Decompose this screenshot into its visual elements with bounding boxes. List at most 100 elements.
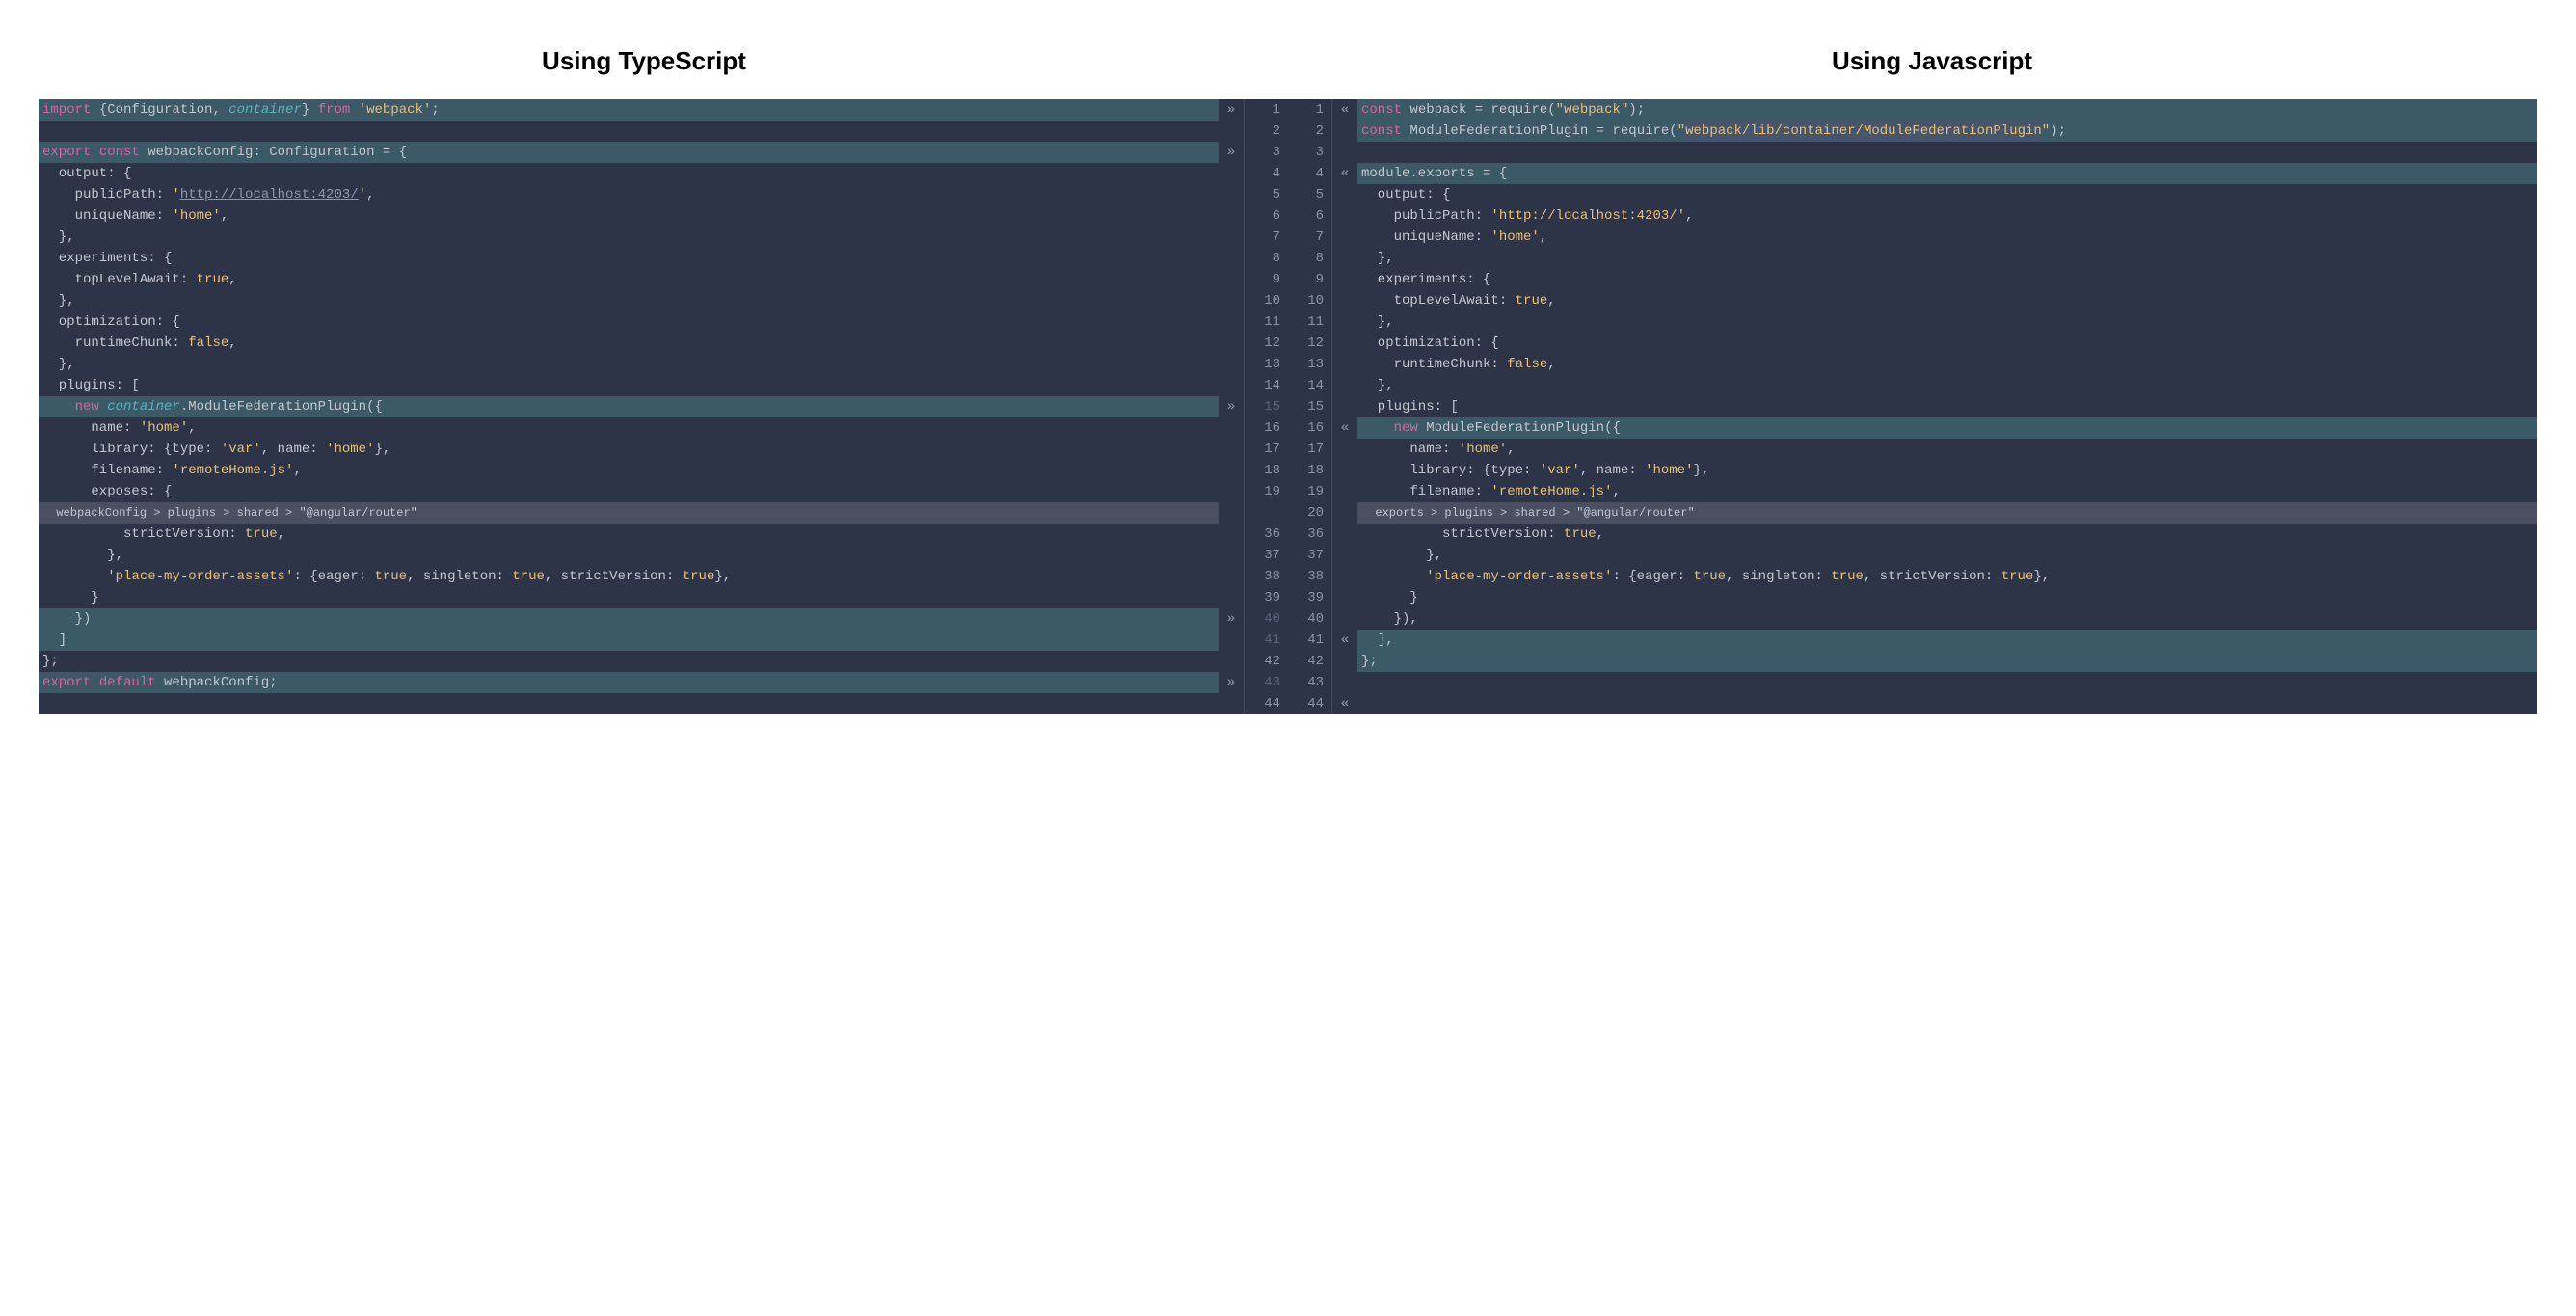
code-line: }, bbox=[1357, 375, 2537, 396]
code-line: strictVersion: true, bbox=[1357, 524, 2537, 545]
code-line: 'place-my-order-assets': {eager: true, s… bbox=[39, 566, 1219, 587]
header-left: Using TypeScript bbox=[0, 46, 1288, 76]
line-number: 38 bbox=[1288, 566, 1331, 587]
code-line: uniqueName: 'home', bbox=[1357, 227, 2537, 248]
code-line: const webpack = require("webpack"); bbox=[1357, 99, 2537, 121]
fold-marker[interactable]: webpackConfig > plugins > shared > "@ang… bbox=[39, 502, 1219, 524]
line-number: 41 bbox=[1288, 630, 1331, 651]
line-number: 15 bbox=[1288, 396, 1331, 417]
merge-arrow-icon[interactable]: « bbox=[1332, 163, 1357, 184]
line-number: 8 bbox=[1245, 248, 1288, 269]
merge-arrow-icon[interactable]: » bbox=[1219, 672, 1244, 693]
line-number: 10 bbox=[1288, 290, 1331, 311]
line-number: 40 bbox=[1288, 608, 1331, 630]
code-line: output: { bbox=[1357, 184, 2537, 205]
merge-arrow-icon[interactable]: » bbox=[1219, 142, 1244, 163]
line-number: 17 bbox=[1245, 439, 1288, 460]
merge-arrow-icon bbox=[1219, 121, 1244, 142]
code-line: publicPath: 'http://localhost:4203/', bbox=[39, 184, 1219, 205]
left-line-gutter: 12345678910111213141516171819 3637383940… bbox=[1244, 99, 1288, 714]
line-number: 36 bbox=[1245, 524, 1288, 545]
right-code[interactable]: const webpack = require("webpack");const… bbox=[1357, 99, 2537, 714]
line-number: 12 bbox=[1288, 333, 1331, 354]
line-number: 16 bbox=[1245, 417, 1288, 439]
merge-arrow-icon bbox=[1219, 354, 1244, 375]
line-number: 3 bbox=[1245, 142, 1288, 163]
line-number: 42 bbox=[1245, 651, 1288, 672]
merge-arrow-icon bbox=[1332, 524, 1357, 545]
merge-arrow-icon[interactable]: « bbox=[1332, 693, 1357, 714]
merge-arrow-icon bbox=[1332, 269, 1357, 290]
merge-arrow-icon bbox=[1219, 375, 1244, 396]
line-number: 5 bbox=[1288, 184, 1331, 205]
merge-arrow-icon bbox=[1219, 693, 1244, 714]
line-number: 4 bbox=[1245, 163, 1288, 184]
code-line: strictVersion: true, bbox=[39, 524, 1219, 545]
code-line bbox=[1357, 142, 2537, 163]
merge-arrow-icon[interactable]: « bbox=[1332, 630, 1357, 651]
line-number: 6 bbox=[1288, 205, 1331, 227]
code-line: filename: 'remoteHome.js', bbox=[1357, 481, 2537, 502]
merge-arrow-icon[interactable]: « bbox=[1332, 417, 1357, 439]
code-line: ], bbox=[1357, 630, 2537, 651]
line-number: 1 bbox=[1288, 99, 1331, 121]
merge-arrow-icon bbox=[1332, 439, 1357, 460]
merge-arrow-icon bbox=[1332, 142, 1357, 163]
merge-arrow-icon[interactable]: » bbox=[1219, 99, 1244, 121]
code-line: }, bbox=[39, 545, 1219, 566]
line-number: 7 bbox=[1245, 227, 1288, 248]
code-line: topLevelAwait: true, bbox=[39, 269, 1219, 290]
code-line: }), bbox=[1357, 608, 2537, 630]
merge-arrow-icon bbox=[1332, 672, 1357, 693]
right-pane: 1234567891011121314151617181920363738394… bbox=[1288, 99, 2537, 714]
merge-arrow-icon[interactable]: » bbox=[1219, 608, 1244, 630]
line-number: 42 bbox=[1288, 651, 1331, 672]
code-line: optimization: { bbox=[39, 311, 1219, 333]
merge-arrow-icon bbox=[1332, 608, 1357, 630]
line-number: 18 bbox=[1245, 460, 1288, 481]
line-number: 40 bbox=[1245, 608, 1288, 630]
code-line: topLevelAwait: true, bbox=[1357, 290, 2537, 311]
merge-arrow-icon bbox=[1219, 417, 1244, 439]
merge-arrow-icon bbox=[1332, 481, 1357, 502]
code-line: new ModuleFederationPlugin({ bbox=[1357, 417, 2537, 439]
left-code[interactable]: import {Configuration, container} from '… bbox=[39, 99, 1219, 714]
code-line: 'place-my-order-assets': {eager: true, s… bbox=[1357, 566, 2537, 587]
line-number: 14 bbox=[1245, 375, 1288, 396]
line-number: 17 bbox=[1288, 439, 1331, 460]
code-line: plugins: [ bbox=[1357, 396, 2537, 417]
merge-arrow-icon[interactable]: » bbox=[1219, 396, 1244, 417]
merge-arrow-icon[interactable]: « bbox=[1332, 99, 1357, 121]
merge-arrow-icon bbox=[1219, 460, 1244, 481]
merge-arrow-icon bbox=[1332, 121, 1357, 142]
code-line: library: {type: 'var', name: 'home'}, bbox=[1357, 460, 2537, 481]
merge-arrow-icon bbox=[1219, 481, 1244, 502]
line-number: 15 bbox=[1245, 396, 1288, 417]
code-line: import {Configuration, container} from '… bbox=[39, 99, 1219, 121]
merge-arrow-icon bbox=[1332, 205, 1357, 227]
fold-marker[interactable]: exports > plugins > shared > "@angular/r… bbox=[1357, 502, 2537, 524]
code-line: }) bbox=[39, 608, 1219, 630]
code-line bbox=[39, 693, 1219, 714]
right-line-gutter: 1234567891011121314151617181920363738394… bbox=[1288, 99, 1332, 714]
merge-arrow-icon bbox=[1219, 269, 1244, 290]
code-line: }, bbox=[39, 290, 1219, 311]
code-line: ] bbox=[39, 630, 1219, 651]
line-number: 44 bbox=[1288, 693, 1331, 714]
merge-arrow-icon bbox=[1219, 566, 1244, 587]
merge-arrow-icon bbox=[1332, 248, 1357, 269]
code-line: }, bbox=[1357, 311, 2537, 333]
merge-arrow-icon bbox=[1219, 248, 1244, 269]
line-number: 3 bbox=[1288, 142, 1331, 163]
code-line: experiments: { bbox=[39, 248, 1219, 269]
merge-arrow-icon bbox=[1219, 290, 1244, 311]
line-number: 13 bbox=[1288, 354, 1331, 375]
merge-arrow-icon bbox=[1332, 396, 1357, 417]
merge-arrow-icon bbox=[1219, 227, 1244, 248]
code-line bbox=[1357, 672, 2537, 693]
code-line: exposes: { bbox=[39, 481, 1219, 502]
code-line: const ModuleFederationPlugin = require("… bbox=[1357, 121, 2537, 142]
code-line: }, bbox=[1357, 545, 2537, 566]
merge-arrow-icon bbox=[1332, 227, 1357, 248]
line-number: 2 bbox=[1288, 121, 1331, 142]
